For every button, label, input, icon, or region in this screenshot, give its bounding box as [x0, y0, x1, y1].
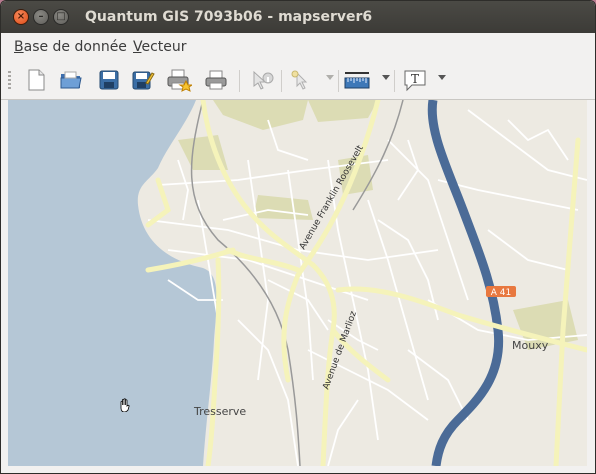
new-document-icon	[28, 69, 45, 91]
map-canvas[interactable]: A 41 Avenue Franklin Roosevelt Avenue de…	[8, 100, 587, 466]
save-project-button[interactable]	[96, 67, 122, 93]
new-project-button[interactable]	[23, 67, 49, 93]
window-title: Quantum GIS 7093b06 - mapserver6	[85, 9, 373, 25]
file-toolbar: T	[1, 61, 595, 100]
menu-label-rest: ecteur	[141, 39, 187, 55]
toolbar-separator	[394, 70, 395, 92]
map-svg[interactable]: A 41 Avenue Franklin Roosevelt Avenue de…	[8, 100, 587, 466]
new-print-composer-button[interactable]	[166, 67, 192, 93]
save-as-icon	[132, 71, 155, 90]
select-icon	[291, 70, 308, 90]
pan-hand-cursor-icon	[120, 398, 130, 412]
title-bar[interactable]: × – □ Quantum GIS 7093b06 - mapserver6	[1, 1, 595, 33]
menu-bar: Base de donnée Vecteur	[1, 33, 595, 61]
text-annotation-icon: T	[404, 70, 426, 92]
a41-label: A 41	[491, 288, 511, 298]
label-mouxy: Mouxy	[512, 339, 549, 352]
new-print-composer-icon	[167, 69, 192, 92]
toolbar-grip[interactable]	[8, 71, 11, 91]
printer-icon	[205, 70, 227, 90]
close-icon: ×	[16, 11, 26, 22]
measure-dropdown-arrow[interactable]	[382, 75, 390, 80]
annotation-dropdown-arrow[interactable]	[438, 75, 446, 80]
menu-base-de-donnee[interactable]: Base de donnée	[14, 39, 127, 55]
close-button[interactable]: ×	[13, 9, 29, 25]
save-icon	[99, 70, 119, 90]
menu-accel: V	[133, 39, 142, 55]
toolbar-separator	[281, 70, 282, 92]
annotation-glyph: T	[411, 72, 419, 86]
menu-label-rest: ase de donnée	[23, 39, 127, 55]
minimize-icon: –	[38, 11, 44, 22]
ruler-icon	[344, 72, 370, 89]
select-button[interactable]	[288, 67, 314, 93]
select-dropdown-arrow[interactable]	[326, 75, 334, 80]
print-button[interactable]	[203, 67, 229, 93]
identify-icon	[253, 70, 274, 90]
menu-accel: B	[14, 39, 24, 55]
toolbar-separator	[338, 70, 339, 92]
maximize-button[interactable]: □	[53, 9, 69, 25]
open-project-button[interactable]	[58, 67, 84, 93]
toolbar-separator	[239, 70, 240, 92]
minimize-button[interactable]: –	[33, 9, 49, 25]
identify-button[interactable]	[249, 67, 275, 93]
open-folder-icon	[60, 71, 82, 89]
qgis-window: × – □ Quantum GIS 7093b06 - mapserver6 B…	[0, 0, 596, 474]
label-tresserve: Tresserve	[193, 405, 246, 418]
maximize-icon: □	[56, 11, 66, 22]
measure-button[interactable]	[344, 67, 370, 93]
save-as-button[interactable]	[130, 67, 156, 93]
menu-vecteur[interactable]: Vecteur	[133, 39, 187, 55]
annotation-button[interactable]: T	[402, 67, 428, 93]
